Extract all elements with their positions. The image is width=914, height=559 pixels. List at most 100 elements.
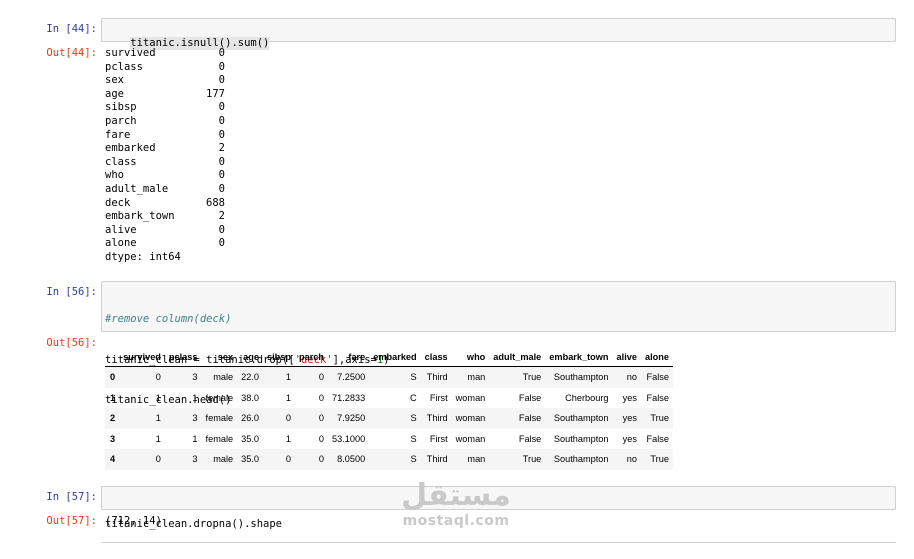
table-cell: woman: [455, 413, 486, 424]
series-key: sibsp: [105, 101, 137, 114]
series-value: 0: [218, 60, 225, 73]
table-cell: male: [213, 454, 234, 465]
series-row: sex 0: [105, 74, 225, 88]
table-cell: 0: [318, 392, 325, 403]
column-header: alone: [640, 347, 673, 367]
table-cell: S: [410, 413, 417, 424]
table-cell: True: [650, 413, 669, 424]
series-row: age 177: [105, 88, 225, 102]
table-cell: 0: [318, 454, 325, 465]
row-index: 3: [110, 433, 116, 444]
series-key: embarked: [105, 142, 156, 155]
column-header: alive: [612, 347, 641, 367]
series-value: 688: [206, 196, 225, 209]
series-key: survived: [105, 47, 156, 59]
table-cell: yes: [622, 413, 637, 424]
table-cell: False: [518, 433, 542, 444]
series-row: parch 0: [105, 115, 225, 129]
table-cell: 0: [155, 454, 161, 465]
table-cell: 35.0: [241, 454, 259, 465]
table-cell: C: [410, 392, 417, 403]
table-cell: 35.0: [241, 433, 259, 444]
row-index: 1: [110, 392, 116, 403]
table-cell: 1: [155, 433, 161, 444]
table-cell: True: [522, 454, 542, 465]
mostaql-watermark-logo: مستقل mostaql.com: [396, 479, 516, 537]
table-cell: Southampton: [553, 372, 609, 383]
dataframe-table: survived pclass sex age sibsp parch fare embark…: [105, 347, 673, 470]
output-prompt-44: Out[44]:: [46, 47, 97, 59]
series-value: 0: [218, 169, 225, 182]
table-cell: False: [646, 392, 669, 403]
table-cell: yes: [622, 433, 637, 444]
code-input-56[interactable]: #remove column(deck) titanic_clean = tit…: [101, 281, 896, 406]
series-dtype: dtype: int64: [105, 250, 181, 263]
series-row: class 0: [105, 156, 225, 170]
series-key: class: [105, 155, 137, 168]
table-cell: 1: [192, 433, 198, 444]
column-header: sex: [201, 347, 238, 367]
table-row: 2 1 3 female 26.0 0 0 7.9250 S Third woman False Sou…: [105, 408, 673, 429]
series-value: 2: [218, 210, 225, 223]
column-header: survived: [119, 347, 165, 367]
series-key: age: [105, 87, 124, 100]
series-row: adult_male 0: [105, 183, 225, 197]
series-row: sibsp 0: [105, 101, 225, 115]
series-row: alive 0: [105, 224, 225, 238]
shape-output: (712, 14): [105, 515, 162, 527]
output-prompt-56: Out[56]:: [46, 337, 97, 349]
series-row: survived 0: [105, 47, 225, 61]
column-header: embark_town: [545, 347, 613, 367]
series-row: embark_town 2: [105, 210, 225, 224]
table-cell: False: [646, 433, 669, 444]
series-value: 0: [218, 182, 225, 195]
code-input-44[interactable]: titanic.isnull().sum(): [101, 18, 896, 50]
series-output-44: survived 0 pclass 0 sex 0 age 177 sibsp 0 parch 0 fa…: [105, 47, 225, 264]
column-header: parch: [295, 347, 329, 367]
table-cell: 1: [285, 392, 291, 403]
table-cell: Third: [426, 413, 448, 424]
table-header: survived pclass sex age sibsp parch fare embark…: [105, 347, 673, 367]
table-cell: 1: [285, 372, 291, 383]
table-cell: 0: [318, 413, 325, 424]
table-cell: Southampton: [553, 413, 609, 424]
table-cell: 1: [155, 413, 161, 424]
table-cell: Third: [426, 372, 448, 383]
series-key: pclass: [105, 60, 143, 73]
index-header: [105, 347, 120, 367]
row-index: 0: [110, 372, 116, 383]
series-value: 0: [218, 223, 225, 236]
series-key: alone: [105, 237, 137, 250]
table-cell: 0: [318, 372, 325, 383]
series-value: 0: [218, 128, 225, 141]
table-cell: 71.2833: [332, 392, 366, 403]
table-cell: no: [626, 372, 637, 383]
watermark-arabic: مستقل: [401, 478, 511, 513]
table-cell: First: [429, 433, 448, 444]
table-cell: True: [650, 454, 669, 465]
column-header: fare: [328, 347, 370, 367]
input-prompt-56: In [56]:: [46, 286, 97, 298]
table-cell: 26.0: [241, 413, 259, 424]
series-row: alone 0: [105, 237, 225, 251]
table-cell: 7.2500: [337, 372, 366, 383]
table-cell: 22.0: [241, 372, 259, 383]
table-cell: male: [213, 372, 234, 383]
table-cell: Third: [426, 454, 448, 465]
series-value: 0: [218, 155, 225, 168]
table-cell: 0: [285, 413, 291, 424]
input-prompt-57: In [57]:: [46, 491, 97, 503]
series-key: embark_town: [105, 210, 175, 223]
table-cell: female: [205, 433, 234, 444]
table-cell: 7.9250: [337, 413, 366, 424]
series-row: deck 688: [105, 197, 225, 211]
table-cell: yes: [622, 392, 637, 403]
table-cell: 3: [192, 372, 198, 383]
column-header: embarked: [369, 347, 421, 367]
table-cell: First: [429, 392, 448, 403]
series-key: adult_male: [105, 182, 169, 195]
table-cell: 8.0500: [337, 454, 366, 465]
column-header: sibsp: [263, 347, 295, 367]
table-cell: 38.0: [241, 392, 259, 403]
series-row: who 0: [105, 169, 225, 183]
